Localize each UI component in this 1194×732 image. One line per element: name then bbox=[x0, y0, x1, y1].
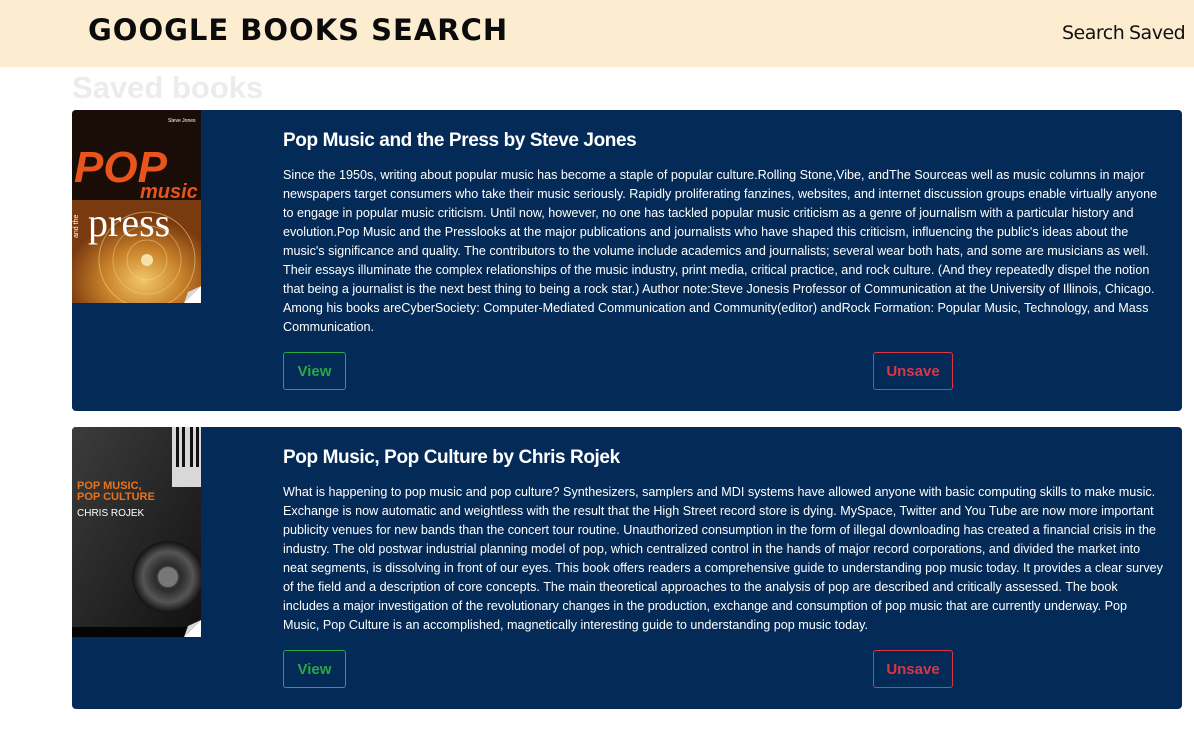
book-cover-image: POP MUSIC, POP CULTURE CHRIS ROJEK bbox=[72, 427, 201, 637]
view-button[interactable]: View bbox=[283, 650, 346, 688]
cover-press-text: press bbox=[88, 200, 170, 245]
nav-link-search[interactable]: Search bbox=[1062, 22, 1125, 44]
cover-author-text: CHRIS ROJEK bbox=[77, 508, 145, 519]
book-card: Steve Jones POP music and the press Pop … bbox=[72, 110, 1182, 411]
cover-small-text: and the bbox=[73, 215, 80, 238]
unsave-button[interactable]: Unsave bbox=[873, 650, 953, 688]
brand-title[interactable]: GOOGLE BOOKS SEARCH bbox=[88, 13, 508, 47]
navbar: GOOGLE BOOKS SEARCH Search Saved bbox=[0, 0, 1194, 67]
cover-title-text-2: POP CULTURE bbox=[77, 491, 155, 503]
view-button[interactable]: View bbox=[283, 352, 346, 390]
nav-link-saved[interactable]: Saved bbox=[1129, 22, 1186, 44]
unsave-button[interactable]: Unsave bbox=[873, 352, 953, 390]
book-card: POP MUSIC, POP CULTURE CHRIS ROJEK Pop M… bbox=[72, 427, 1182, 709]
book-title: Pop Music, Pop Culture by Chris Rojek bbox=[283, 447, 620, 468]
book-title: Pop Music and the Press by Steve Jones bbox=[283, 130, 637, 151]
book-description: Since the 1950s, writing about popular m… bbox=[283, 168, 1158, 334]
book-cover-image: Steve Jones POP music and the press bbox=[72, 110, 201, 303]
cover-author-text: Steve Jones bbox=[168, 118, 196, 124]
book-description: What is happening to pop music and pop c… bbox=[283, 485, 1163, 632]
page-heading: Saved books bbox=[72, 70, 264, 105]
